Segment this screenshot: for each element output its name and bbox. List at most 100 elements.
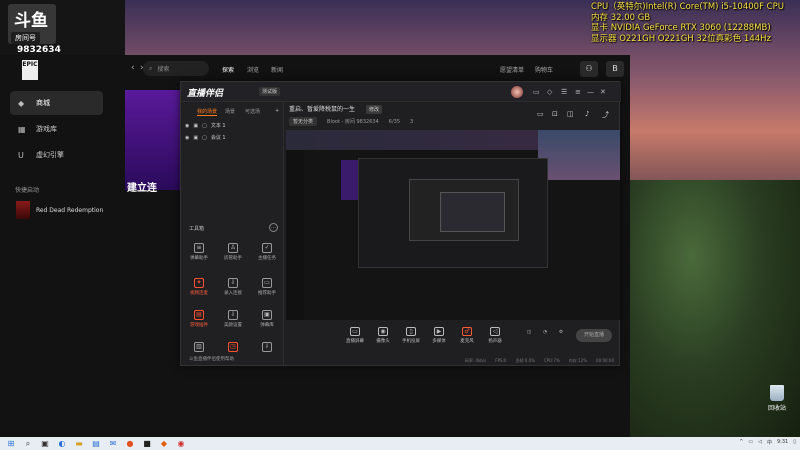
- minimize-icon[interactable]: —: [587, 88, 594, 96]
- sidebar-item-label: 虚幻引擎: [36, 151, 64, 159]
- tool-video-link[interactable]: ✦ 视频连麦: [182, 278, 216, 296]
- back-arrow-icon[interactable]: ‹: [131, 63, 135, 73]
- stream-preview[interactable]: [286, 130, 620, 320]
- download-icon: ⇩: [262, 342, 272, 352]
- sidebar-item-library[interactable]: ▦ 游戏库: [10, 117, 103, 141]
- search-icon[interactable]: ⌕: [22, 439, 34, 449]
- tool-beauty[interactable]: ⇩ 美颜设置: [216, 310, 250, 328]
- file-explorer-icon[interactable]: ▬: [73, 439, 85, 449]
- add-scene-icon[interactable]: +: [275, 108, 279, 114]
- quick-launch-game[interactable]: Red Dead Redemption: [16, 201, 103, 219]
- tab-my-scenes[interactable]: 我的场景: [197, 108, 218, 116]
- control-bar: ▭ 直播屏幕 ◉ 摄像头 ▯ 手机投屏 ▶ 多媒体 ♂ 麦克风 ◁ 扬声器 ◫ ◔ ⚙ 开始…: [286, 322, 620, 352]
- douyu-logo: 斗鱼: [14, 11, 48, 31]
- tool-label: 游戏插件: [190, 323, 208, 328]
- store-banner[interactable]: [125, 90, 185, 190]
- recycle-bin-desktop-icon[interactable]: 回收站: [763, 385, 791, 412]
- camera-icon: ◉: [378, 327, 388, 336]
- close-icon[interactable]: ✕: [600, 88, 606, 96]
- tab-discover[interactable]: 探索: [222, 65, 234, 74]
- share-icon[interactable]: ⤴: [602, 110, 609, 120]
- tray-chevron-icon[interactable]: ^: [739, 439, 743, 446]
- live-app-title: 直播伴侣: [187, 89, 224, 99]
- clip-icon[interactable]: ◫: [567, 110, 574, 118]
- camera-button[interactable]: ◉ 摄像头: [369, 327, 397, 344]
- record-icon[interactable]: ◫: [523, 330, 535, 335]
- clock-icon[interactable]: ◔: [539, 330, 551, 335]
- tab-news[interactable]: 新闻: [271, 65, 283, 74]
- tool-extra-3[interactable]: ⇩: [250, 342, 284, 354]
- epic-taskbar-icon[interactable]: ■: [141, 439, 153, 449]
- tab-optional[interactable]: 可选场: [245, 108, 260, 115]
- microphone-button[interactable]: ♂ 麦克风: [453, 327, 481, 344]
- network-icon[interactable]: ▭: [748, 439, 753, 446]
- status-fps: FPS:0: [495, 358, 507, 363]
- friends-icon[interactable]: ⚇: [580, 61, 598, 77]
- tool-record-link[interactable]: ⇩ 录入连接: [216, 278, 250, 296]
- tool-recommend[interactable]: ▭ 推荐助手: [250, 278, 284, 296]
- edge-icon[interactable]: ◐: [56, 439, 68, 449]
- gift-icon[interactable]: ◇: [547, 88, 552, 96]
- clock[interactable]: 9:31: [777, 439, 788, 446]
- settings-icon[interactable]: ☰: [561, 88, 567, 96]
- edit-room-button[interactable]: 修改: [366, 105, 383, 114]
- mail-icon[interactable]: ✉: [107, 439, 119, 449]
- help-link[interactable]: 斗鱼直播伴侣使用帮助: [189, 356, 234, 362]
- room-meta-count: 3: [410, 118, 414, 125]
- source-label: 会议 1: [210, 135, 226, 141]
- speaker-button[interactable]: ◁ 扬声器: [481, 327, 509, 344]
- notification-icon[interactable]: ▯: [793, 439, 796, 446]
- chrome-taskbar-icon[interactable]: ◉: [175, 439, 187, 449]
- eye-icon[interactable]: ◉: [185, 123, 189, 129]
- input-language[interactable]: 中: [767, 439, 772, 446]
- douyu-taskbar-icon[interactable]: ●: [124, 439, 136, 449]
- tool-extra-1[interactable]: ▥: [182, 342, 216, 354]
- tool-admin-assistant[interactable]: ♙ 房管助手: [216, 243, 250, 261]
- tool-game-plugin[interactable]: ▤ 游戏插件: [182, 310, 216, 328]
- live-companion-taskbar-icon[interactable]: ◆: [158, 439, 170, 449]
- lock-icon[interactable]: ⊡: [552, 110, 558, 118]
- sidebar-item-store[interactable]: ◆ 商城: [10, 91, 103, 115]
- lock-icon[interactable]: ▣: [193, 135, 198, 141]
- windows-start-icon[interactable]: ⊞: [5, 439, 17, 449]
- source-row[interactable]: ◉ ▣ ▢ 会议 1: [185, 134, 226, 142]
- lock-icon[interactable]: ▣: [193, 123, 198, 129]
- phone-cast-button[interactable]: ▯ 手机投屏: [397, 327, 425, 344]
- bell-icon[interactable]: ♪: [585, 110, 589, 118]
- tool-label: 弹幕库: [260, 323, 274, 328]
- wishlist-link[interactable]: 愿望清单: [500, 65, 524, 74]
- store-icon[interactable]: ▤: [90, 439, 102, 449]
- volume-icon[interactable]: ◁: [758, 439, 762, 446]
- epic-search-input[interactable]: ⌕ 搜索: [143, 61, 209, 76]
- tool-label: 推荐助手: [258, 291, 276, 296]
- sidebar-item-unreal[interactable]: U 虚幻引擎: [10, 143, 103, 167]
- start-live-button[interactable]: 开始直播: [576, 329, 612, 342]
- recommend-icon: ▭: [262, 278, 272, 288]
- media-button[interactable]: ▶ 多媒体: [425, 327, 453, 344]
- epic-logo[interactable]: EPIC: [22, 60, 38, 80]
- beta-badge: 测试版: [259, 87, 281, 96]
- menu-icon[interactable]: ≡: [575, 88, 581, 96]
- tool-danmaku-assistant[interactable]: ≡ 弹幕助手: [182, 243, 216, 261]
- category-button[interactable]: 暂无分类: [289, 117, 318, 126]
- more-tools-icon[interactable]: …: [269, 223, 278, 232]
- task-view-icon[interactable]: ▣: [39, 439, 51, 449]
- screen-icon[interactable]: ▭: [537, 110, 544, 118]
- tool-streamer-tasks[interactable]: ✓ 主播任务: [250, 243, 284, 261]
- message-icon[interactable]: ▭: [533, 88, 540, 96]
- search-icon: ⌕: [149, 64, 153, 72]
- source-row[interactable]: ◉ ▣ ▢ 文本 1: [185, 122, 226, 130]
- user-avatar[interactable]: [511, 86, 523, 98]
- gear-icon[interactable]: ⚙: [555, 330, 567, 335]
- tool-danmaku-library[interactable]: ▣ 弹幕库: [250, 310, 284, 328]
- user-avatar[interactable]: B: [606, 61, 624, 77]
- tab-scenes[interactable]: 场景: [225, 108, 235, 115]
- screen-capture-button[interactable]: ▭ 直播屏幕: [341, 327, 369, 344]
- tool-extra-2[interactable]: ◳: [216, 342, 250, 354]
- tab-browse[interactable]: 浏览: [247, 65, 259, 74]
- speaker-icon: ◁: [490, 327, 500, 336]
- room-title[interactable]: 重启、暂爱降税鼠的一生: [289, 104, 355, 113]
- control-label: 扬声器: [488, 339, 502, 344]
- cart-link[interactable]: 购物车: [535, 65, 553, 74]
- eye-icon[interactable]: ◉: [185, 135, 189, 141]
